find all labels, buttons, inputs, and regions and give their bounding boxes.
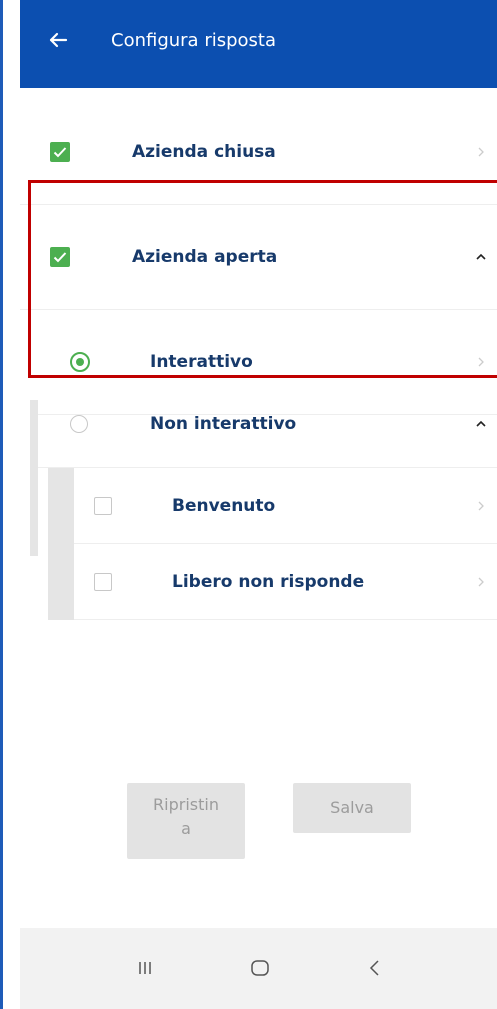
checkbox-unchecked[interactable] (94, 496, 112, 515)
recents-icon[interactable] (133, 956, 157, 980)
list-item-label: Libero non risponde (172, 571, 365, 592)
chevron-up-icon[interactable] (475, 418, 487, 430)
radio-unselected[interactable] (70, 414, 88, 433)
page-title: Configura risposta (111, 30, 276, 51)
checkbox-unchecked[interactable] (94, 572, 112, 591)
list-item-non-interattivo[interactable]: Non interattivo (38, 380, 497, 468)
reset-button[interactable]: Ripristin a (127, 783, 245, 859)
system-nav-bar (20, 928, 497, 1009)
annotation-highlight-box (28, 180, 497, 378)
chevron-right-icon (478, 501, 484, 510)
save-button[interactable]: Salva (293, 783, 411, 833)
list-item-label: Azienda chiusa (132, 142, 276, 162)
list-item-label: Non interattivo (150, 413, 297, 434)
chevron-right-icon (478, 577, 484, 586)
list-item-label: Benvenuto (172, 495, 276, 516)
check-icon (53, 147, 67, 158)
arrow-left-icon[interactable] (46, 28, 70, 52)
list-item-libero-non-risponde[interactable]: Libero non risponde (74, 544, 497, 620)
chevron-right-icon (478, 147, 484, 157)
list-item-benvenuto[interactable]: Benvenuto (74, 468, 497, 544)
checkbox-checked[interactable] (50, 142, 70, 162)
app-bar: Configura risposta (20, 0, 497, 88)
indent-bar (48, 468, 74, 620)
indent-bar (30, 400, 38, 556)
reset-button-label: a (181, 819, 191, 838)
reset-button-label: Ripristin (153, 795, 219, 814)
home-icon[interactable] (248, 956, 272, 980)
back-icon[interactable] (363, 956, 387, 980)
